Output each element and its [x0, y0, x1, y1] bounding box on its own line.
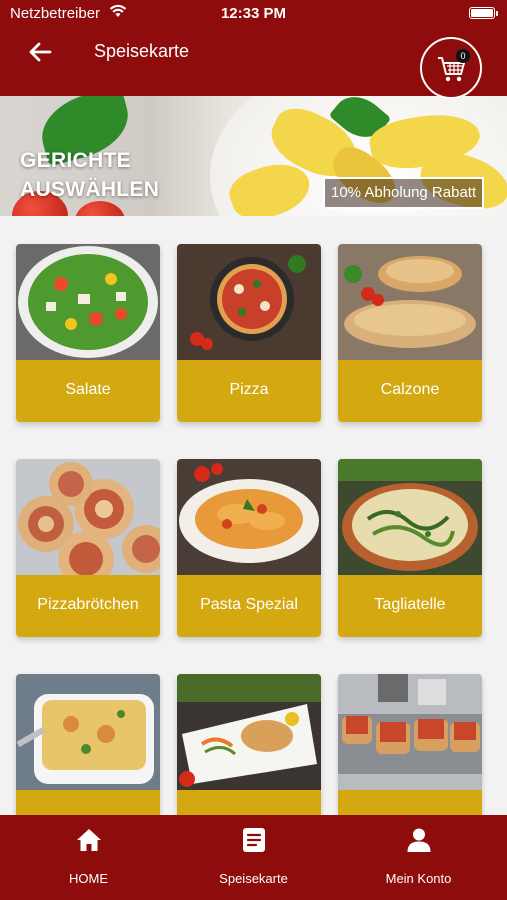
category-card-salate[interactable]: Salate — [16, 244, 160, 422]
menu-list-icon — [242, 828, 265, 852]
nav-home[interactable]: HOME — [4, 827, 173, 897]
calzone-image — [338, 244, 482, 360]
category-label: Tagliatelle — [338, 575, 482, 637]
bruschetta-image — [338, 674, 482, 790]
nav-mein-konto[interactable]: Mein Konto — [334, 827, 503, 897]
category-label: Salate — [16, 360, 160, 422]
tagliatelle-image — [338, 459, 482, 575]
cart-count-badge: 0 — [456, 49, 470, 63]
nav-home-label: HOME — [69, 871, 108, 886]
nav-speisekarte-label: Speisekarte — [219, 871, 288, 886]
banner-heading-line1: GERICHTE — [20, 149, 131, 172]
category-card-pizza[interactable]: Pizza — [177, 244, 321, 422]
category-label: Pizza — [177, 360, 321, 422]
status-bar: Netzbetreiber 12:33 PM — [0, 0, 507, 28]
banner-heading-line2: AUSWÄHLEN — [20, 178, 160, 201]
pizzabroetchen-image — [16, 459, 160, 575]
pasta-spezial-image — [177, 459, 321, 575]
back-button[interactable] — [24, 36, 56, 68]
category-card-calzone[interactable]: Calzone — [338, 244, 482, 422]
category-card-tagliatelle[interactable]: Tagliatelle — [338, 459, 482, 637]
category-label: Pasta Spezial — [177, 575, 321, 637]
nav-speisekarte[interactable]: Speisekarte — [169, 827, 338, 897]
discount-badge: 10% Abholung Rabatt — [323, 177, 485, 209]
menu-screen: Netzbetreiber 12:33 PM Speisekarte 0 GER… — [0, 0, 507, 900]
banner-heading: GERICHTE AUSWÄHLEN — [20, 146, 159, 204]
bottom-navigation: HOME Speisekarte Mein Konto — [0, 815, 507, 900]
category-card-pizzabroetchen[interactable]: Pizzabrötchen — [16, 459, 160, 637]
category-label: Calzone — [338, 360, 482, 422]
page-title: Speisekarte — [94, 41, 190, 61]
casserole-image — [16, 674, 160, 790]
pizza-image — [177, 244, 321, 360]
chicken-dish-image — [177, 674, 321, 790]
cart-button[interactable]: 0 — [420, 37, 482, 99]
nav-mein-konto-label: Mein Konto — [385, 871, 452, 886]
category-label: Pizzabrötchen — [16, 575, 160, 637]
salad-image — [16, 244, 160, 360]
status-time: 12:33 PM — [220, 5, 287, 22]
arrow-left-icon — [29, 42, 52, 62]
category-card-pasta-spezial[interactable]: Pasta Spezial — [177, 459, 321, 637]
user-icon — [407, 828, 430, 852]
battery-icon — [469, 7, 498, 19]
home-icon — [76, 829, 101, 851]
